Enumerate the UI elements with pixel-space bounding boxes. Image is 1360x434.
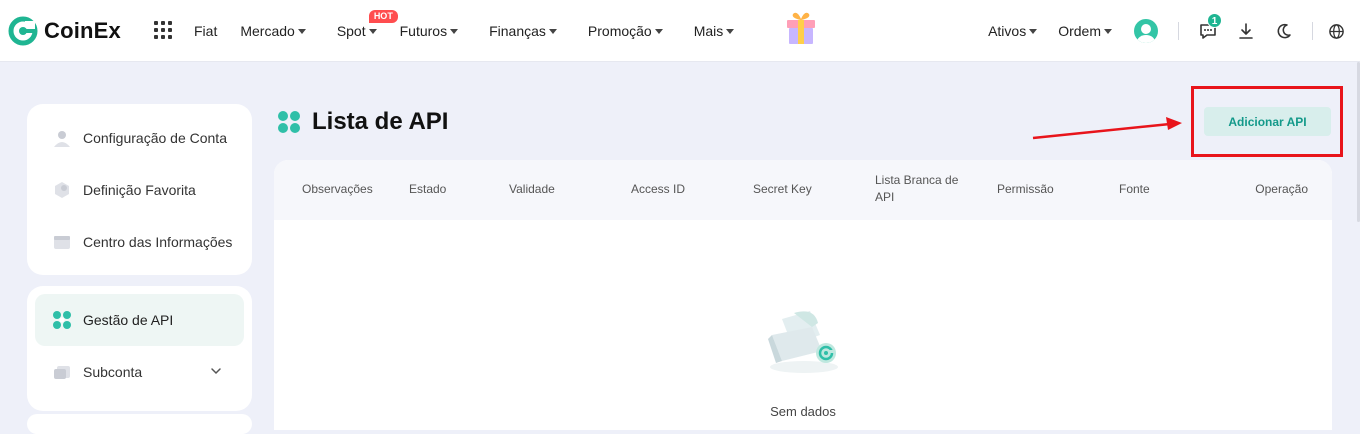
empty-state-text: Sem dados [770, 404, 836, 419]
sidebar-item-label: Centro das Informações [83, 234, 233, 250]
sidebar-item-favorite-settings[interactable]: Definição Favorita [27, 164, 252, 216]
page-title: Lista de API [312, 108, 449, 135]
right-nav: Ativos Ordem 1 [988, 0, 1360, 62]
nav-mercado[interactable]: Mercado [240, 23, 306, 39]
sidebar-item-label: Configuração de Conta [83, 130, 227, 146]
user-icon [51, 128, 73, 148]
avatar-person-icon [1137, 24, 1155, 43]
nav-promocao-label: Promoção [587, 23, 652, 39]
nav-financas-label: Finanças [489, 23, 546, 39]
subaccount-icon [51, 362, 73, 382]
nav-ativos[interactable]: Ativos [988, 23, 1038, 39]
divider [1312, 22, 1313, 40]
chevron-down-icon [1029, 28, 1038, 34]
divider [1178, 22, 1179, 40]
chevron-down-icon [297, 29, 306, 34]
column-header-operation: Operação [1255, 182, 1308, 196]
chevron-down-icon [368, 29, 377, 34]
sidebar-api-group: Gestão de API Subconta [27, 286, 252, 411]
chevron-down-icon [654, 29, 663, 34]
column-header-notes: Observações [302, 182, 373, 196]
column-header-permission: Permissão [997, 182, 1054, 196]
nav-fiat-label: Fiat [194, 23, 218, 39]
nav-mais-label: Mais [693, 23, 724, 39]
chevron-down-icon [726, 29, 735, 34]
coinex-logo[interactable]: CoinEx [8, 15, 121, 47]
main-nav: Fiat Mercado Spot HOT Futuros Finanças P… [194, 0, 735, 62]
table-header: Observações Estado Validade Access ID Se… [274, 160, 1332, 220]
column-header-whitelist: Lista Branca de API [875, 173, 959, 204]
sidebar-more-group [27, 414, 252, 434]
sidebar-item-label: Definição Favorita [83, 182, 196, 198]
avatar[interactable] [1134, 19, 1158, 43]
sidebar-item-subaccount[interactable]: Subconta [27, 346, 252, 398]
nav-futuros-label: Futuros [399, 23, 448, 39]
chevron-down-icon [548, 29, 557, 34]
empty-state-illustration [768, 311, 838, 373]
column-header-secret-key: Secret Key [753, 182, 812, 196]
top-navigation: CoinEx Fiat Mercado Spot HOT Futuros Fin… [0, 0, 1360, 62]
nav-futuros[interactable]: Futuros [399, 23, 459, 39]
chevron-down-icon [450, 29, 459, 34]
apps-grid-icon[interactable] [154, 21, 172, 39]
nav-spot[interactable]: Spot HOT [336, 10, 398, 39]
sidebar-account-group: Configuração de Conta Definição Favorita… [27, 104, 252, 275]
coinex-logo-icon [8, 16, 38, 46]
brand-name: CoinEx [44, 18, 121, 43]
favorite-icon [51, 180, 73, 200]
sidebar-item-api-management[interactable]: Gestão de API [35, 294, 244, 346]
chevron-down-icon [1104, 28, 1112, 34]
column-header-access-id: Access ID [631, 182, 686, 196]
column-header-source: Fonte [1119, 182, 1150, 196]
sidebar-item-info-center[interactable]: Centro das Informações [27, 216, 252, 268]
nav-mais[interactable]: Mais [694, 23, 735, 39]
messages-button[interactable]: 1 [1199, 13, 1222, 40]
sidebar-item-account-settings[interactable]: Configuração de Conta [27, 112, 252, 164]
nav-spot-label: Spot [336, 23, 366, 39]
annotation-arrow [1032, 117, 1182, 140]
column-header-validity: Validade [509, 182, 555, 196]
download-icon[interactable] [1237, 22, 1255, 40]
gift-icon[interactable] [784, 10, 818, 46]
sidebar-item-label: Gestão de API [83, 312, 174, 328]
add-api-button[interactable]: Adicionar API [1204, 107, 1331, 136]
api-icon [51, 310, 73, 330]
message-count-badge: 1 [1207, 13, 1222, 28]
nav-promocao[interactable]: Promoção [588, 23, 663, 39]
moon-icon[interactable] [1276, 23, 1292, 39]
column-header-status: Estado [409, 182, 447, 196]
api-table: Observações Estado Validade Access ID Se… [274, 160, 1332, 430]
nav-mercado-label: Mercado [240, 23, 295, 39]
sidebar-item-label: Subconta [83, 364, 143, 380]
info-center-icon [51, 232, 73, 252]
nav-ativos-label: Ativos [988, 23, 1027, 39]
hot-badge: HOT [368, 10, 398, 23]
api-icon [278, 111, 300, 133]
nav-financas[interactable]: Finanças [489, 23, 557, 39]
nav-fiat[interactable]: Fiat [194, 23, 217, 39]
nav-ordem-label: Ordem [1058, 23, 1101, 39]
nav-ordem[interactable]: Ordem [1058, 23, 1112, 39]
chevron-down-icon[interactable] [210, 365, 222, 377]
globe-icon[interactable] [1328, 23, 1345, 40]
